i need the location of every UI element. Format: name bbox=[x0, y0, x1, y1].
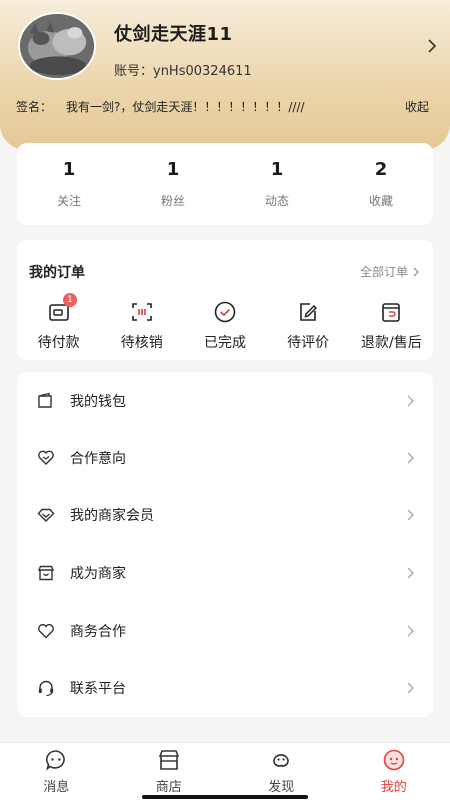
order-refund[interactable]: 退款/售后 bbox=[350, 300, 433, 352]
stat-count: 1 bbox=[62, 159, 76, 180]
pending-review-icon bbox=[300, 303, 318, 321]
tab-messages[interactable]: 消息 bbox=[0, 743, 113, 800]
stats-card: 1 关注 1 粉丝 1 动态 2 收藏 bbox=[17, 143, 433, 225]
chevron-right-icon bbox=[407, 395, 414, 406]
tab-shop[interactable]: 商店 bbox=[113, 743, 226, 800]
menu-item-become-merchant[interactable]: 成为商家 bbox=[17, 544, 433, 601]
diamond-icon bbox=[37, 508, 55, 522]
menu-label: 联系平台 bbox=[70, 680, 126, 697]
chevron-right-icon bbox=[407, 682, 414, 693]
refund-icon bbox=[382, 303, 401, 322]
stat-count: 2 bbox=[374, 159, 388, 180]
avatar[interactable] bbox=[18, 12, 96, 80]
handshake-icon bbox=[38, 450, 54, 465]
all-orders-label: 全部订单 bbox=[359, 265, 408, 279]
order-pending-payment[interactable]: 1 待付款 bbox=[17, 293, 100, 352]
menu-label: 合作意向 bbox=[70, 450, 126, 467]
stat-count: 1 bbox=[166, 159, 180, 180]
message-icon bbox=[46, 750, 66, 771]
menu-label: 商务合作 bbox=[70, 623, 126, 640]
stat-label: 动态 bbox=[264, 194, 289, 208]
completed-icon bbox=[214, 301, 236, 323]
profile-icon bbox=[383, 749, 405, 771]
stat-posts[interactable]: 1 动态 bbox=[225, 143, 329, 225]
tab-label: 发现 bbox=[268, 780, 295, 795]
tab-label: 商店 bbox=[155, 780, 182, 795]
order-label: 已完成 bbox=[203, 335, 246, 351]
order-label: 待核销 bbox=[120, 335, 163, 351]
menu-item-merchant-membership[interactable]: 我的商家会员 bbox=[17, 486, 433, 543]
stat-followers[interactable]: 1 粉丝 bbox=[121, 143, 225, 225]
order-pending-verify[interactable]: 待核销 bbox=[100, 300, 183, 352]
pending-verify-icon bbox=[131, 303, 152, 321]
shop-icon bbox=[158, 750, 179, 770]
signature: 签名： 我有一剑?，仗剑走天涯！！！！！！！！//// bbox=[16, 98, 305, 115]
store-icon bbox=[37, 565, 55, 580]
tab-profile[interactable]: 我的 bbox=[338, 743, 450, 800]
chevron-right-icon bbox=[407, 625, 414, 636]
tab-label: 我的 bbox=[380, 780, 407, 795]
stat-label: 收藏 bbox=[368, 194, 393, 208]
heart-icon bbox=[38, 623, 54, 638]
chevron-right-icon[interactable] bbox=[424, 38, 440, 54]
account-id: 账号：ynHs00324611 bbox=[114, 64, 252, 79]
all-orders-link[interactable]: 全部订单 bbox=[360, 263, 421, 280]
discover-icon bbox=[273, 754, 290, 767]
menu-item-business-cooperation[interactable]: 商务合作 bbox=[17, 602, 433, 659]
stat-count: 1 bbox=[270, 159, 284, 180]
avatar-image bbox=[20, 14, 94, 78]
badge-count: 1 bbox=[63, 293, 77, 307]
menu-item-cooperation-intent[interactable]: 合作意向 bbox=[17, 429, 433, 486]
orders-title: 我的订单 bbox=[29, 265, 85, 281]
chevron-right-icon bbox=[407, 452, 414, 463]
stat-label: 粉丝 bbox=[160, 194, 185, 208]
wallet-icon bbox=[38, 392, 52, 408]
order-label: 待付款 bbox=[37, 335, 80, 351]
tab-discover[interactable]: 发现 bbox=[225, 743, 338, 800]
tab-label: 消息 bbox=[43, 780, 70, 795]
chevron-right-icon bbox=[413, 267, 419, 276]
username: 仗剑走天涯11 bbox=[114, 24, 233, 45]
signature-label: 签名： bbox=[16, 100, 53, 114]
signature-text: 我有一剑?，仗剑走天涯！！！！！！！！//// bbox=[66, 100, 305, 114]
stat-label: 关注 bbox=[56, 194, 81, 208]
chevron-right-icon bbox=[407, 567, 414, 578]
order-status-list: 1 待付款 待核销 已完成 待评价 退款/售后 bbox=[17, 293, 433, 352]
menu-item-contact-platform[interactable]: 联系平台 bbox=[17, 659, 433, 716]
order-completed[interactable]: 已完成 bbox=[183, 300, 266, 352]
chevron-right-icon bbox=[407, 509, 414, 520]
menu-label: 成为商家 bbox=[70, 565, 126, 582]
bottom-tab-bar: 消息 商店 发现 我的 bbox=[0, 742, 450, 800]
menu-item-wallet[interactable]: 我的钱包 bbox=[17, 372, 433, 429]
menu-label: 我的商家会员 bbox=[70, 507, 154, 524]
stat-favorites[interactable]: 2 收藏 bbox=[329, 143, 433, 225]
stat-following[interactable]: 1 关注 bbox=[17, 143, 121, 225]
menu-label: 我的钱包 bbox=[70, 393, 126, 410]
menu-card: 我的钱包 合作意向 我的商家会员 成为商家 商务合作 联系平台 bbox=[17, 372, 433, 717]
profile-header: 仗剑走天涯11 账号：ynHs00324611 签名： 我有一剑?，仗剑走天涯！！… bbox=[0, 0, 450, 150]
order-pending-review[interactable]: 待评价 bbox=[267, 300, 350, 352]
order-label: 待评价 bbox=[287, 335, 330, 351]
headset-icon bbox=[38, 680, 54, 696]
orders-card: 我的订单 全部订单 1 待付款 待核销 已完成 待评价 退款/售后 bbox=[17, 240, 433, 360]
home-indicator bbox=[142, 795, 308, 799]
collapse-button[interactable]: 收起 bbox=[405, 98, 429, 115]
order-label: 退款/售后 bbox=[360, 335, 422, 351]
